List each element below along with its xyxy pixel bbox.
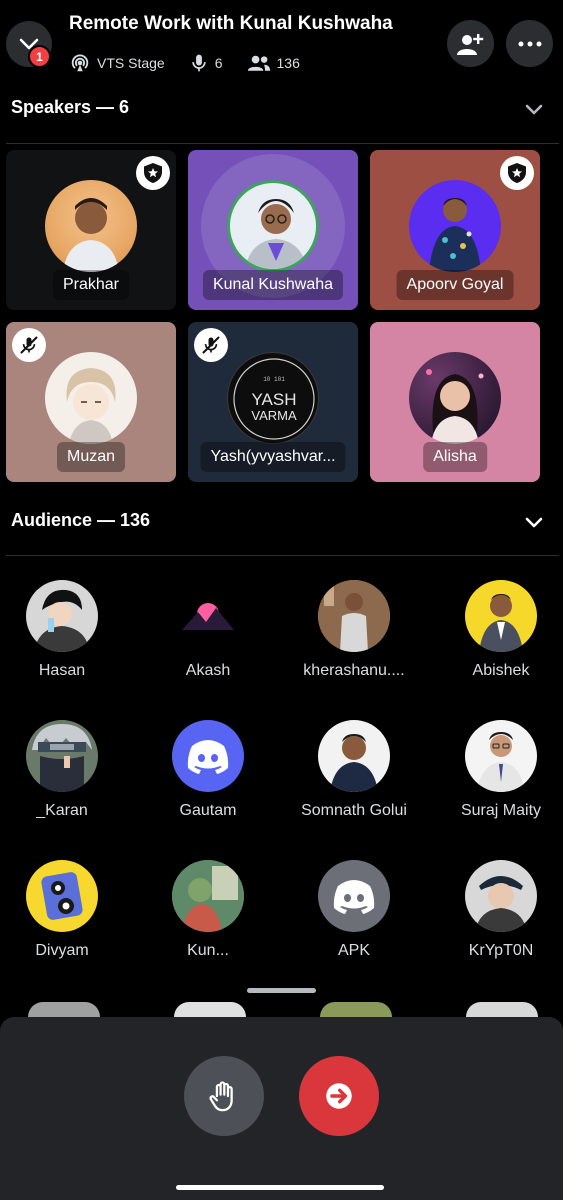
audience-section-label: Audience — 136 [11, 510, 151, 530]
muted-badge [194, 328, 228, 362]
listener-count: 136 [276, 55, 300, 71]
audience-divider [6, 555, 559, 556]
invite-button[interactable] [447, 20, 494, 67]
notification-badge: 1 [28, 45, 51, 68]
avatar [227, 180, 319, 272]
avatar-partial [466, 1002, 538, 1017]
audience-name: kherashanu.... [303, 662, 405, 679]
speaker-name: Kunal Kushwaha [202, 270, 344, 300]
audience-name: Abishek [472, 662, 530, 679]
microphone-icon [192, 54, 206, 72]
speaker-name: Apoorv Goyal [396, 270, 514, 300]
audience-member[interactable]: Somnath Golui [284, 720, 424, 820]
audience-member[interactable]: Kun... [138, 860, 278, 960]
audience-name: Akash [185, 662, 231, 679]
avatar [45, 352, 137, 444]
speaker-name: Alisha [423, 442, 487, 472]
audience-name: Divyam [35, 942, 89, 959]
speaker-tile[interactable]: Muzan [6, 322, 176, 482]
avatar-partial [320, 1002, 392, 1017]
people-icon [247, 55, 270, 71]
audience-member[interactable]: Abishek [431, 580, 563, 680]
stage-header: 1 Remote Work with Kunal Kushwaha VTS St… [0, 0, 563, 90]
stage-icon [71, 54, 89, 72]
shield-star-icon [508, 163, 526, 183]
home-indicator [176, 1185, 384, 1190]
audience-name: APK [337, 942, 370, 959]
svg-text:YASH: YASH [251, 390, 296, 409]
discord-icon [187, 740, 229, 774]
audience-name: Kun... [187, 942, 229, 959]
avatar [172, 720, 244, 792]
audience-member[interactable]: Divyam [0, 860, 132, 960]
stage-meta: VTS Stage 6 136 [69, 52, 300, 74]
svg-text:VARMA: VARMA [251, 408, 297, 423]
muted-badge [12, 328, 46, 362]
speaker-name: Yash(yvyashvar... [200, 442, 346, 472]
avatar [465, 720, 537, 792]
audience-name: Suraj Maity [460, 802, 542, 819]
speaker-name: Prakhar [52, 270, 130, 300]
discord-icon [333, 880, 375, 914]
audience-member[interactable]: kherashanu.... [284, 580, 424, 680]
avatar-partial [28, 1002, 100, 1017]
raise-hand-button[interactable] [184, 1056, 264, 1136]
speaker-tile[interactable]: YASH VARMA 10 101 Yash(yvyashvar... [188, 322, 358, 482]
sheet-grabber[interactable] [247, 988, 316, 993]
audience-name: _Karan [36, 802, 88, 819]
avatar [45, 180, 137, 272]
speakers-collapse-icon[interactable] [522, 97, 546, 121]
more-options-button[interactable] [506, 20, 553, 67]
leave-stage-button[interactable] [299, 1056, 379, 1136]
avatar-partial [174, 1002, 246, 1017]
audience-name: KrYpT0N [468, 942, 534, 959]
moderator-badge [500, 156, 534, 190]
avatar [318, 860, 390, 932]
avatar [26, 860, 98, 932]
svg-text:10 101: 10 101 [263, 376, 285, 383]
audience-member[interactable]: _Karan [0, 720, 132, 820]
avatar [318, 720, 390, 792]
speaker-name: Muzan [56, 442, 126, 472]
speakers-section-label: Speakers — 6 [11, 97, 130, 117]
audience-member[interactable]: Suraj Maity [431, 720, 563, 820]
audience-member[interactable]: Hasan [0, 580, 132, 680]
audience-member[interactable]: Gautam [138, 720, 278, 820]
avatar [409, 352, 501, 444]
speaker-tile[interactable]: Alisha [370, 322, 540, 482]
hand-icon [209, 1081, 233, 1112]
stage-channel-name: VTS Stage [97, 55, 165, 71]
mic-muted-icon [202, 336, 220, 354]
audience-member[interactable]: APK [284, 860, 424, 960]
add-user-icon [456, 33, 483, 55]
moderator-badge [136, 156, 170, 190]
speaker-count: 6 [214, 55, 223, 71]
avatar [465, 860, 537, 932]
avatar [172, 860, 244, 932]
speaker-tile[interactable]: Prakhar [6, 150, 176, 310]
controls-sheet [0, 1017, 563, 1200]
avatar [26, 720, 98, 792]
stage-title: Remote Work with Kunal Kushwaha [69, 13, 393, 34]
avatar [172, 580, 244, 652]
audience-collapse-icon[interactable] [522, 510, 546, 534]
audience-name: Gautam [179, 802, 237, 819]
speakers-divider [6, 143, 559, 144]
avatar: YASH VARMA 10 101 [227, 352, 319, 444]
speaker-tile-speaking[interactable]: Kunal Kushwaha [188, 150, 358, 310]
audience-member[interactable]: KrYpT0N [431, 860, 563, 960]
speaker-tile[interactable]: Apoorv Goyal [370, 150, 540, 310]
audience-name: Somnath Golui [301, 802, 407, 819]
avatar [26, 580, 98, 652]
leave-icon [326, 1083, 352, 1109]
more-icon [518, 41, 541, 46]
avatar [318, 580, 390, 652]
avatar [409, 180, 501, 272]
audience-name: Hasan [38, 662, 86, 679]
shield-star-icon [144, 163, 162, 183]
audience-member[interactable]: Akash [138, 580, 278, 680]
mic-muted-icon [20, 336, 38, 354]
avatar [465, 580, 537, 652]
